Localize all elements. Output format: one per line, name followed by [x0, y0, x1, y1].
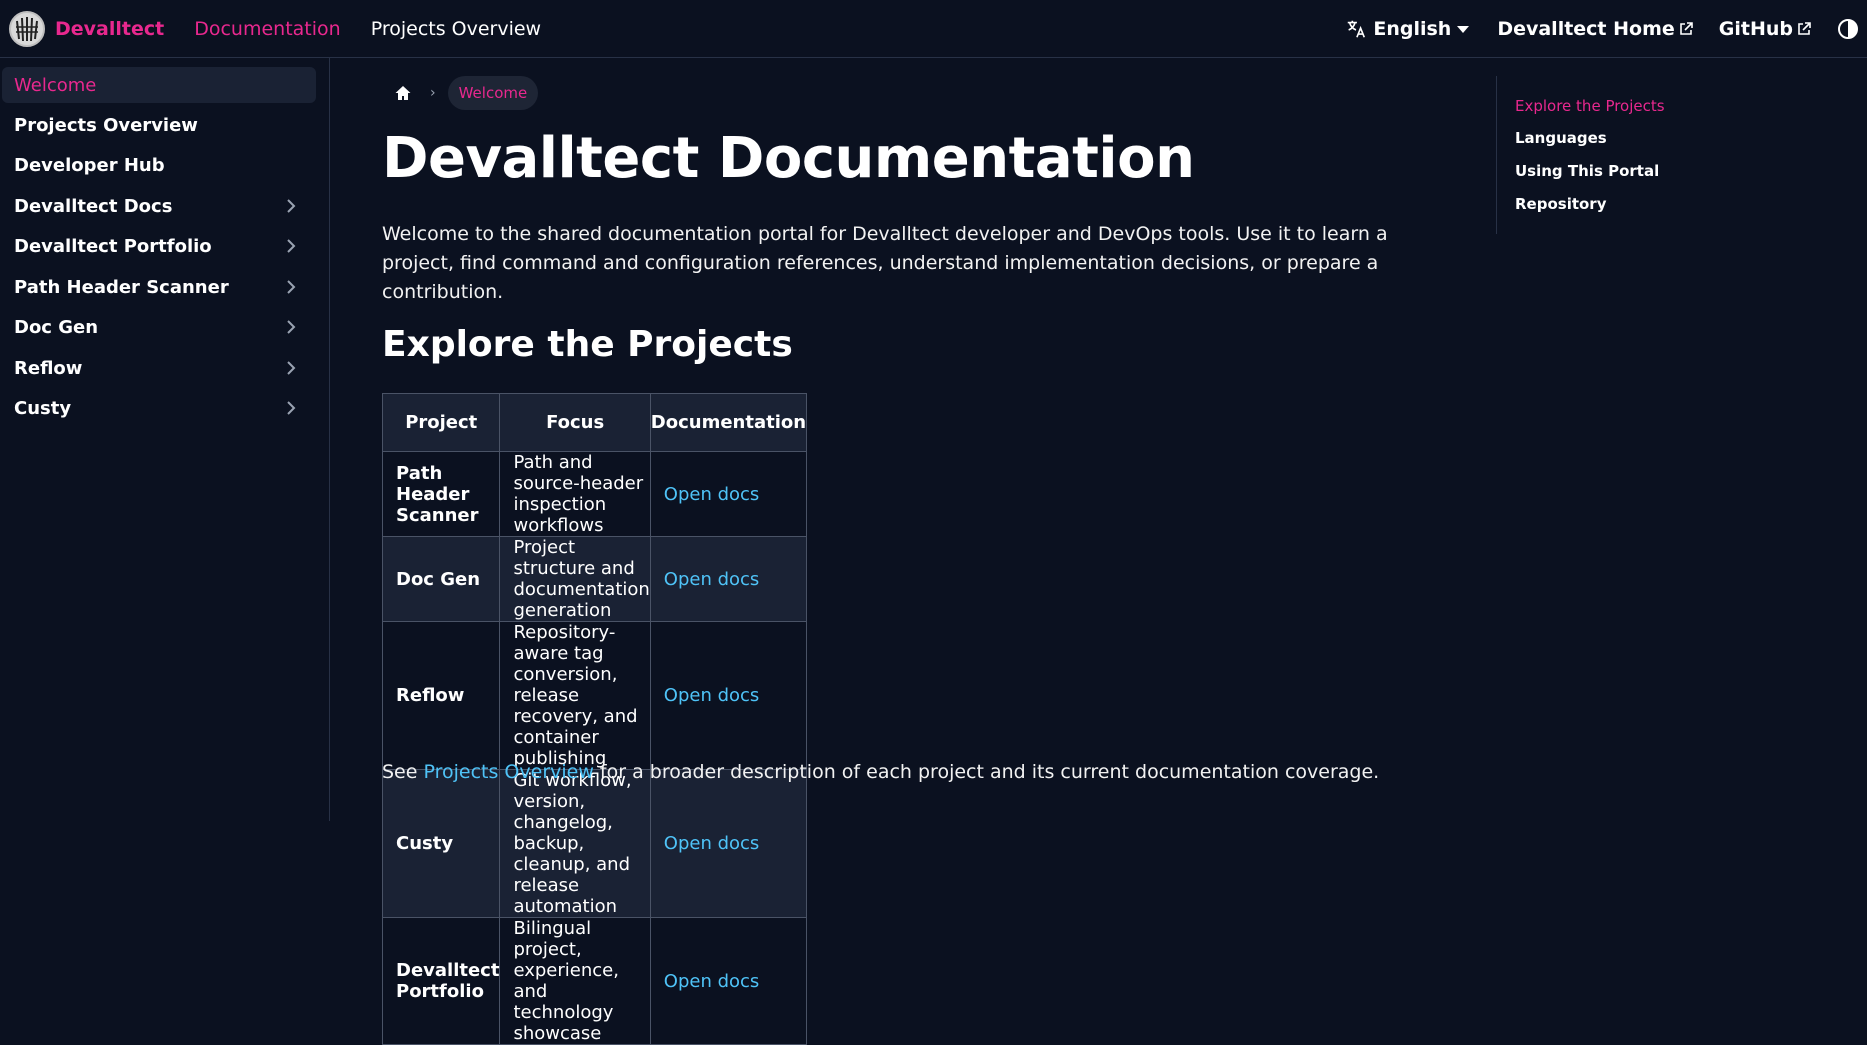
sidebar-item-developer-hub[interactable]: Developer Hub [2, 147, 316, 183]
table-row: Custy Git workflow, version, changelog, … [381, 769, 808, 918]
sidebar-item-doc-gen[interactable]: Doc Gen [2, 309, 316, 345]
external-link-icon [1798, 22, 1811, 35]
chevron-right-icon[interactable] [284, 280, 298, 294]
sidebar-item-welcome[interactable]: Welcome [2, 67, 316, 103]
chevron-right-icon: › [430, 85, 436, 101]
nav-documentation-link[interactable]: Documentation [194, 18, 340, 40]
sidebar-item-devalltect-portfolio[interactable]: Devalltect Portfolio [2, 228, 316, 264]
see-paragraph: See Projects Overview for a broader desc… [382, 761, 1379, 783]
projects-table: Project Focus Documentation Path Header … [381, 393, 808, 1045]
sidebar-item-label: Doc Gen [14, 316, 99, 338]
table-cell-focus: Repository-aware tag conversion, release… [499, 621, 651, 770]
language-label: English [1373, 18, 1452, 40]
table-cell-focus: Git workflow, version, changelog, backup… [499, 769, 651, 918]
github-link[interactable]: GitHub [1719, 18, 1811, 40]
table-cell-focus: Bilingual project, experience, and techn… [499, 917, 651, 1045]
home-icon[interactable] [394, 84, 412, 102]
table-row: Doc Gen Project structure and documentat… [381, 536, 808, 622]
sidebar-item-devalltect-docs[interactable]: Devalltect Docs [2, 188, 316, 224]
language-dropdown[interactable]: English [1345, 18, 1470, 40]
breadcrumb-current: Welcome [447, 76, 539, 110]
sidebar: Welcome Projects Overview Developer Hub … [0, 58, 330, 821]
table-cell-project: Reflow [381, 621, 501, 770]
table-row: Devalltect Portfolio Bilingual project, … [381, 917, 808, 1045]
table-cell-project: Path Header Scanner [381, 451, 501, 537]
translate-icon [1348, 20, 1366, 38]
table-header-project: Project [381, 393, 501, 452]
table-cell-project: Devalltect Portfolio [381, 917, 501, 1045]
table-header-row: Project Focus Documentation [381, 393, 808, 452]
chevron-right-icon[interactable] [284, 361, 298, 375]
table-row: Path Header Scanner Path and source-head… [381, 451, 808, 537]
nav-projects-overview-link[interactable]: Projects Overview [371, 18, 541, 40]
table-header-focus: Focus [499, 393, 651, 452]
chevron-down-icon [1457, 25, 1470, 33]
sidebar-item-label: Path Header Scanner [14, 276, 229, 298]
breadcrumb: › Welcome [394, 76, 594, 110]
intro-paragraph: Welcome to the shared documentation port… [382, 223, 1388, 303]
section-heading-explore: Explore the Projects [382, 324, 793, 365]
table-header-documentation: Documentation [649, 393, 808, 452]
sidebar-item-path-header-scanner[interactable]: Path Header Scanner [2, 269, 316, 305]
sidebar-item-label: Reflow [14, 357, 83, 379]
chevron-right-icon[interactable] [284, 239, 298, 253]
brand-link[interactable]: Devalltect [9, 10, 165, 47]
theme-toggle-icon[interactable] [1837, 18, 1859, 40]
table-of-contents: Explore the Projects Languages Using Thi… [1496, 76, 1696, 234]
sidebar-item-label: Projects Overview [14, 114, 198, 136]
toc-item-explore-projects[interactable]: Explore the Projects [1515, 97, 1665, 115]
see-prefix: See [382, 761, 424, 783]
open-docs-link[interactable]: Open docs [664, 484, 760, 505]
table-cell-focus: Project structure and documentation gene… [499, 536, 651, 622]
toc-item-languages[interactable]: Languages [1515, 129, 1607, 147]
brand-name: Devalltect [55, 17, 165, 40]
open-docs-link[interactable]: Open docs [664, 569, 760, 590]
chevron-right-icon[interactable] [284, 401, 298, 415]
toc-item-repository[interactable]: Repository [1515, 195, 1607, 213]
projects-overview-link[interactable]: Projects Overview [423, 761, 593, 783]
open-docs-link[interactable]: Open docs [664, 833, 760, 854]
open-docs-link[interactable]: Open docs [664, 971, 760, 992]
devalltect-home-link[interactable]: Devalltect Home [1497, 18, 1693, 40]
external-link-icon [1679, 22, 1693, 35]
sidebar-item-label: Developer Hub [14, 154, 165, 176]
sidebar-item-custy[interactable]: Custy [2, 390, 316, 426]
chevron-right-icon[interactable] [284, 199, 298, 213]
table-cell-project: Custy [381, 769, 501, 918]
sidebar-item-label: Devalltect Docs [14, 195, 173, 217]
logo-icon [9, 10, 45, 47]
open-docs-link[interactable]: Open docs [664, 685, 760, 706]
sidebar-item-reflow[interactable]: Reflow [2, 350, 316, 386]
table-cell-project: Doc Gen [381, 536, 501, 622]
page-title: Devalltect Documentation [382, 126, 1195, 191]
sidebar-item-label: Custy [14, 397, 72, 419]
sidebar-item-label: Welcome [14, 74, 97, 96]
sidebar-item-projects-overview[interactable]: Projects Overview [2, 107, 316, 143]
devalltect-home-label: Devalltect Home [1497, 18, 1675, 40]
see-suffix: for a broader description of each projec… [593, 761, 1380, 783]
toc-item-using-this-portal[interactable]: Using This Portal [1515, 162, 1659, 180]
sidebar-item-label: Devalltect Portfolio [14, 235, 212, 257]
table-cell-focus: Path and source-header inspection workfl… [499, 451, 651, 537]
table-row: Reflow Repository-aware tag conversion, … [381, 621, 808, 770]
top-navbar: Devalltect Documentation Projects Overvi… [0, 0, 1867, 58]
github-label: GitHub [1718, 18, 1793, 40]
chevron-right-icon[interactable] [284, 320, 298, 334]
